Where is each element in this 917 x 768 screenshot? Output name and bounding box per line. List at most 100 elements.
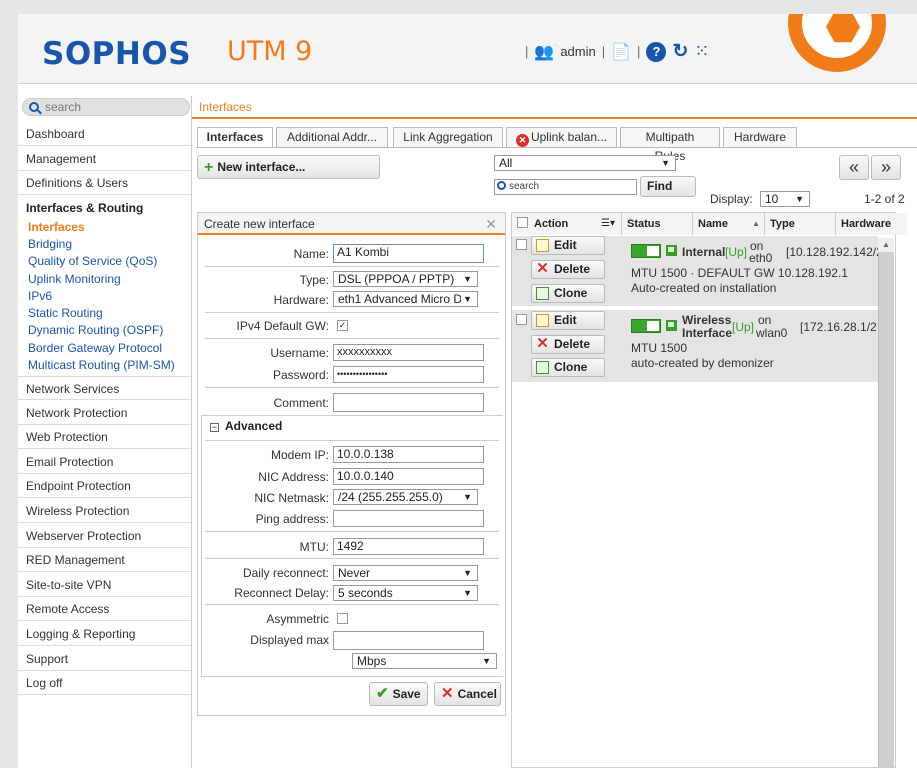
column-type[interactable]: Type <box>765 213 836 235</box>
display-value: 10 <box>765 192 779 206</box>
tab-additional-addresses[interactable]: Additional Addr... <box>276 127 388 147</box>
separator: | <box>637 44 641 59</box>
tab-interfaces[interactable]: Interfaces <box>197 127 273 148</box>
sidebar-item-dashboard[interactable]: Dashboard <box>18 122 191 146</box>
status-toggle[interactable] <box>631 319 661 333</box>
sidebar-item-site-to-site-vpn[interactable]: Site-to-site VPN <box>18 573 191 597</box>
daily-reconnect-select[interactable]: Never ▼ <box>333 565 478 581</box>
button-label: New interface... <box>217 160 306 174</box>
modem-ip-input[interactable]: 10.0.0.138 <box>333 446 484 463</box>
next-page-button[interactable]: » <box>871 155 901 180</box>
mtu-input[interactable]: 1492 <box>333 538 484 555</box>
column-menu-icon[interactable]: ☰▾ <box>601 213 615 235</box>
reload-icon[interactable]: ↻ <box>672 40 688 63</box>
column-name[interactable]: Name ▲ <box>693 213 765 235</box>
name-input[interactable]: A1 Kombi <box>333 244 484 263</box>
tab-multipath-rules[interactable]: Multipath Rules <box>620 127 720 163</box>
select-all-checkbox[interactable] <box>517 217 528 228</box>
save-label: Save <box>392 687 421 701</box>
clone-button[interactable]: Clone <box>531 284 605 303</box>
clone-button[interactable]: Clone <box>531 358 605 377</box>
user-name[interactable]: admin <box>560 44 595 59</box>
document-icon[interactable]: 📄 <box>611 42 631 62</box>
sidebar-sub-uplink-monitoring[interactable]: Uplink Monitoring <box>28 271 121 288</box>
sidebar-item-interfaces-routing[interactable]: Interfaces & Routing <box>18 196 191 220</box>
interface-detail: MTU 1500 · DEFAULT GW 10.128.192.1 <box>631 266 848 280</box>
dropdown-arrow-icon: ▼ <box>463 274 472 284</box>
comment-input[interactable] <box>333 393 484 412</box>
delete-button[interactable]: ✕ Delete <box>531 335 605 354</box>
help-icon[interactable]: ? <box>646 41 667 62</box>
sidebar-item-logging-reporting[interactable]: Logging & Reporting <box>18 622 191 646</box>
row-checkbox[interactable] <box>516 239 527 250</box>
save-button[interactable]: ✔ Save <box>369 682 428 706</box>
dropdown-arrow-icon: ▼ <box>461 292 472 306</box>
delete-button[interactable]: ✕ Delete <box>531 260 605 279</box>
tab-hardware[interactable]: Hardware <box>723 127 797 147</box>
sidebar-item-endpoint-protection[interactable]: Endpoint Protection <box>18 474 191 498</box>
sidebar-search-input[interactable]: search <box>22 98 190 116</box>
sidebar-item-support[interactable]: Support <box>18 647 191 671</box>
sidebar-item-webserver-protection[interactable]: Webserver Protection <box>18 524 191 548</box>
comment-label: Comment: <box>273 396 329 410</box>
interface-comment: Auto-created on installation <box>631 281 777 295</box>
find-button[interactable]: Find <box>640 176 696 197</box>
sidebar-sub-bridging[interactable]: Bridging <box>28 236 72 253</box>
row-checkbox[interactable] <box>516 314 527 325</box>
advanced-toggle[interactable]: − Advanced <box>202 416 502 436</box>
column-action[interactable]: Action ☰▾ <box>512 213 622 235</box>
search-placeholder: search <box>509 181 540 192</box>
sidebar-sub-interfaces[interactable]: Interfaces <box>28 219 85 236</box>
new-interface-button[interactable]: + New interface... <box>197 155 380 179</box>
cancel-button[interactable]: ✕ Cancel <box>434 682 501 706</box>
collapse-icon: − <box>210 422 219 432</box>
status-toggle[interactable] <box>631 244 661 258</box>
sidebar-sub-bgp[interactable]: Border Gateway Protocol <box>28 340 162 357</box>
edit-button[interactable]: Edit <box>531 311 605 330</box>
sidebar-item-red-management[interactable]: RED Management <box>18 548 191 572</box>
tab-link-aggregation[interactable]: Link Aggregation <box>393 127 503 147</box>
sidebar-sub-static-routing[interactable]: Static Routing <box>28 305 103 322</box>
sidebar-item-remote-access[interactable]: Remote Access <box>18 597 191 621</box>
tab-uplink-balancing[interactable]: ✕ Uplink balan... <box>506 127 617 147</box>
asymmetric-checkbox[interactable] <box>337 613 348 624</box>
sidebar-item-email-protection[interactable]: Email Protection <box>18 450 191 474</box>
edit-button[interactable]: Edit <box>531 236 605 255</box>
sidebar-sub-ospf[interactable]: Dynamic Routing (OSPF) <box>28 322 163 339</box>
interface-hardware: eth0 <box>749 251 773 265</box>
list-search-input[interactable]: search <box>494 179 637 195</box>
list-scrollbar[interactable] <box>878 238 894 768</box>
password-input[interactable]: •••••••••••••••• <box>333 366 484 383</box>
users-icon[interactable]: 👥 <box>534 42 554 62</box>
sidebar-item-wireless-protection[interactable]: Wireless Protection <box>18 499 191 523</box>
filter-select[interactable]: All ▼ <box>494 155 676 171</box>
sidebar-item-definitions-users[interactable]: Definitions & Users <box>18 171 191 195</box>
displayed-max-input[interactable] <box>333 631 484 650</box>
sidebar-item-log-off[interactable]: Log off <box>18 671 191 695</box>
password-label: Password: <box>272 368 329 382</box>
sidebar-sub-qos[interactable]: Quality of Service (QoS) <box>28 253 157 270</box>
interface-up-status: [Up] <box>732 320 755 334</box>
scroll-up-icon[interactable]: ▲ <box>878 238 894 252</box>
reconnect-delay-select[interactable]: 5 seconds ▼ <box>333 585 478 601</box>
column-hardware[interactable]: Hardware <box>836 213 907 235</box>
sidebar-item-management[interactable]: Management <box>18 147 191 171</box>
sidebar-sub-multicast[interactable]: Multicast Routing (PIM-SM) <box>28 357 175 374</box>
prev-page-button[interactable]: « <box>839 155 869 180</box>
ping-address-input[interactable] <box>333 510 484 527</box>
nic-address-input[interactable]: 10.0.0.140 <box>333 468 484 485</box>
sidebar-item-network-services[interactable]: Network Services <box>18 376 191 400</box>
sidebar-sub-ipv6[interactable]: IPv6 <box>28 288 52 305</box>
close-icon[interactable]: ✕ <box>485 213 497 235</box>
type-select[interactable]: DSL (PPPOA / PPTP) ▼ <box>333 271 478 287</box>
hardware-select[interactable]: eth1 Advanced Micro De ▼ <box>333 291 478 307</box>
column-status[interactable]: Status <box>622 213 693 235</box>
unit-select[interactable]: Mbps ▼ <box>352 653 497 669</box>
sidebar-item-web-protection[interactable]: Web Protection <box>18 425 191 449</box>
ipv4-default-gw-checkbox[interactable]: ✓ <box>337 320 348 331</box>
dropdown-arrow-icon: ▼ <box>463 588 472 598</box>
display-count-select[interactable]: 10 ▼ <box>760 191 810 207</box>
username-input[interactable]: xxxxxxxxxx <box>333 344 484 361</box>
sidebar-item-network-protection[interactable]: Network Protection <box>18 401 191 425</box>
nic-netmask-select[interactable]: /24 (255.255.255.0) ▼ <box>333 489 478 505</box>
